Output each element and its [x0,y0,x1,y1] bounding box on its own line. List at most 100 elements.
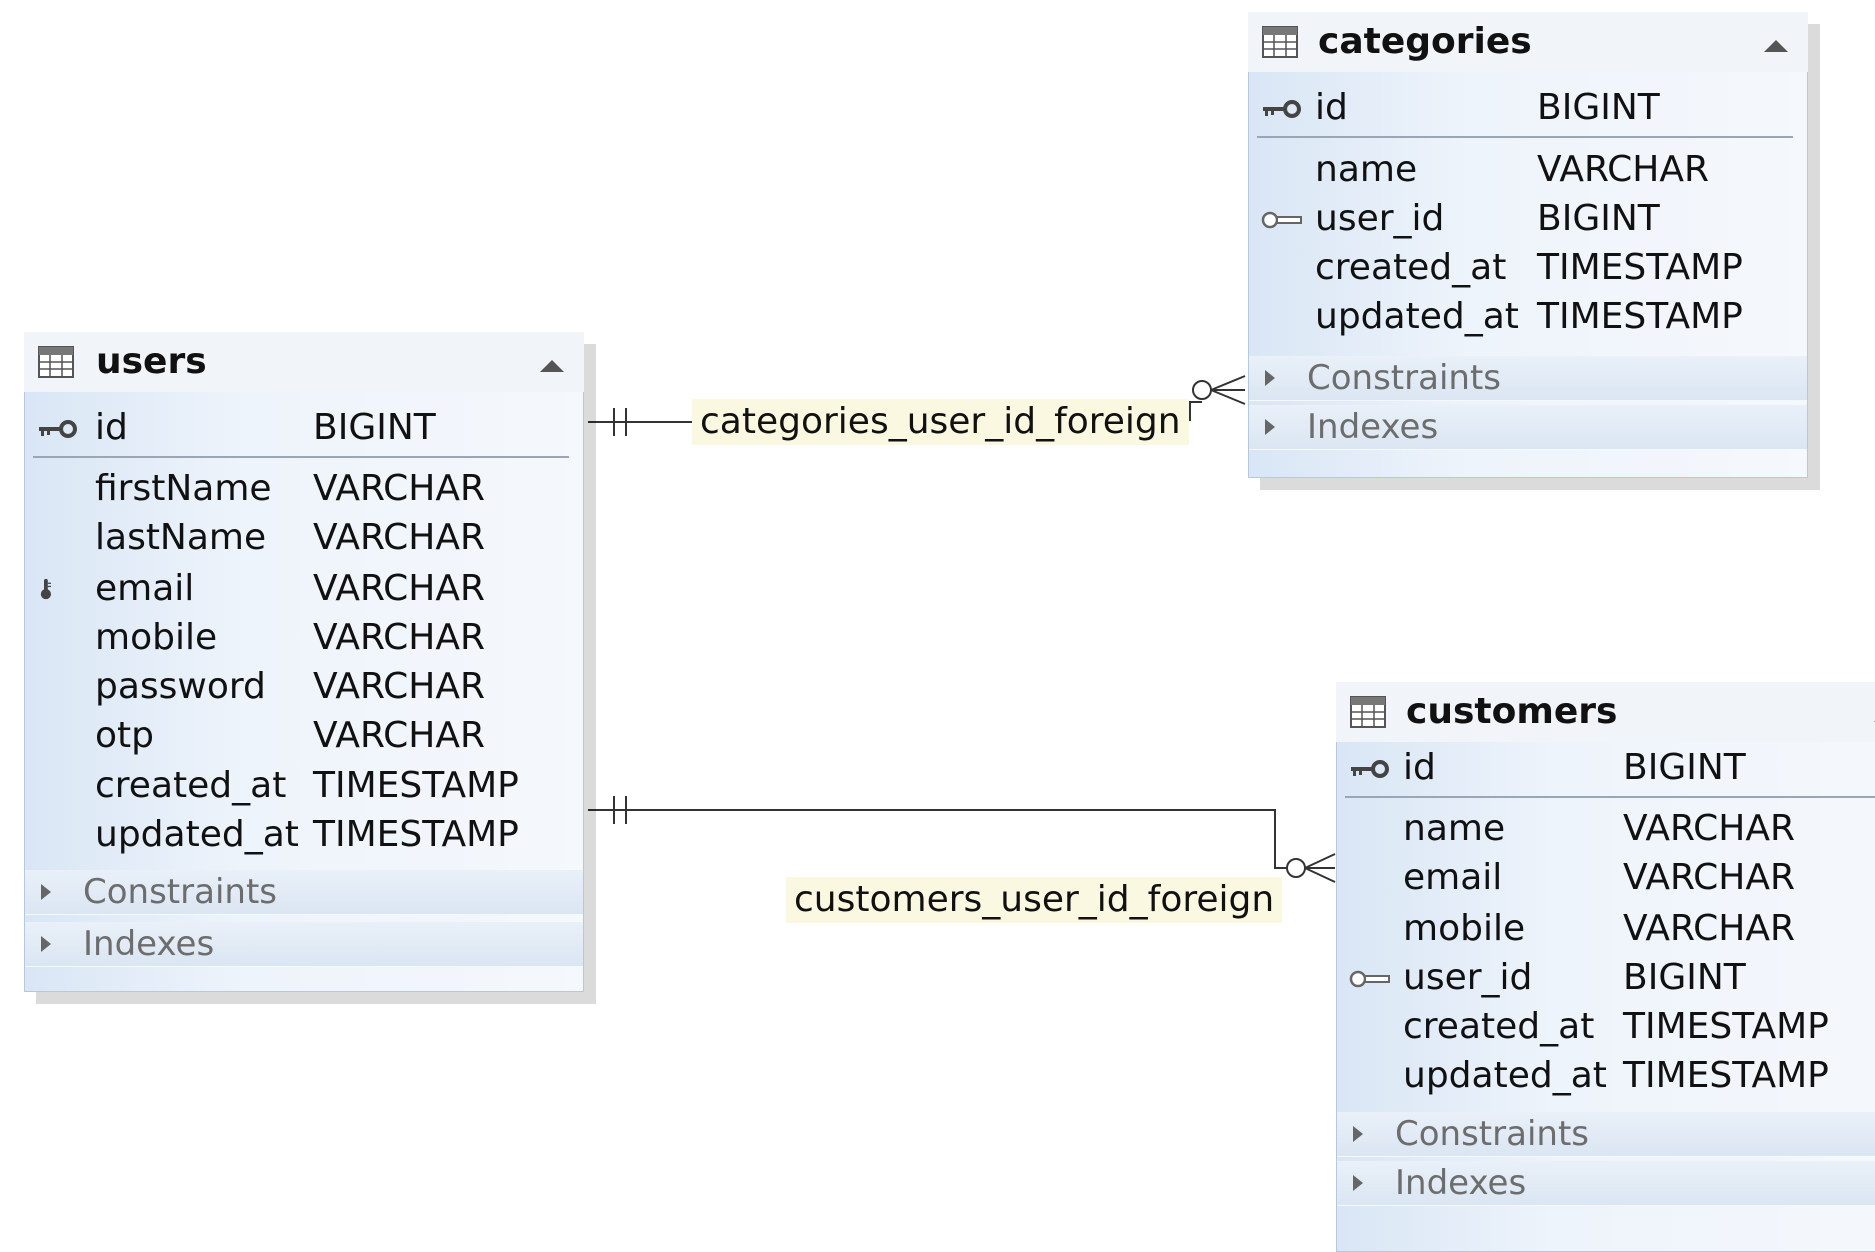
primary-key-icon [1263,100,1301,118]
column-row[interactable]: created_at TIMESTAMP [25,764,583,808]
column-row[interactable]: email VARCHAR [1337,856,1875,900]
column-row[interactable]: mobile VARCHAR [1337,907,1875,951]
column-row[interactable]: updated_at TIMESTAMP [1249,295,1807,339]
column-name: user_id [1315,198,1445,239]
primary-key-icon [1351,760,1389,778]
column-name: updated_at [1315,296,1519,337]
section-label: Indexes [1395,1163,1527,1203]
indexes-section[interactable]: Indexes [1337,1161,1875,1206]
column-name: firstName [95,468,272,509]
table-grid-icon [1350,696,1386,728]
table-header[interactable]: categories [1248,12,1808,72]
section-label: Constraints [1395,1114,1589,1154]
column-type: BIGINT [1537,198,1660,239]
column-type: BIGINT [313,407,436,448]
column-row[interactable]: otp VARCHAR [25,714,583,758]
column-row[interactable]: created_at TIMESTAMP [1337,1005,1875,1049]
column-type: BIGINT [1537,87,1660,128]
column-row[interactable]: updated_at TIMESTAMP [1337,1054,1875,1098]
foreign-key-icon [1349,970,1390,988]
column-name: updated_at [1403,1055,1607,1096]
constraints-section[interactable]: Constraints [1337,1112,1875,1157]
column-name: otp [95,715,154,756]
column-type: VARCHAR [313,666,486,707]
table-grid-icon [38,346,74,378]
er-diagram-canvas: categories_user_id_foreign customers_use… [0,0,1875,1252]
column-type: VARCHAR [313,617,486,658]
foreign-key-icon [1261,211,1302,229]
column-type: VARCHAR [1537,149,1710,190]
column-name: created_at [1403,1006,1595,1047]
relation-line-customers[interactable] [588,796,1336,883]
column-row[interactable]: updated_at TIMESTAMP [25,813,583,857]
column-row[interactable]: name VARCHAR [1337,807,1875,851]
collapse-arrow-icon[interactable] [1764,40,1788,52]
column-type: VARCHAR [1623,808,1796,849]
section-label: Constraints [83,872,277,912]
section-label: Indexes [1307,407,1439,447]
column-type: VARCHAR [1623,857,1796,898]
column-row[interactable]: user_id BIGINT [1249,197,1807,241]
column-row[interactable]: password VARCHAR [25,665,583,709]
unique-key-icon [40,578,51,600]
indexes-section[interactable]: Indexes [25,922,583,967]
column-name: id [95,407,128,448]
column-type: TIMESTAMP [313,765,519,806]
column-name: email [1403,857,1503,898]
expand-arrow-icon[interactable] [41,884,51,900]
column-name: id [1315,87,1348,128]
table-customers[interactable]: customers id BIGINT name VARCHAR email V… [1336,682,1875,1252]
constraints-section[interactable]: Constraints [25,870,583,915]
table-title: users [96,341,207,382]
column-row[interactable]: id BIGINT [25,406,583,450]
column-list: id BIGINT firstName VARCHAR lastName VAR… [24,392,584,992]
column-type: TIMESTAMP [1537,296,1743,337]
expand-arrow-icon[interactable] [1353,1175,1363,1191]
column-name: email [95,568,195,609]
column-list: id BIGINT name VARCHAR user_id BIGINT cr… [1248,72,1808,478]
expand-arrow-icon[interactable] [1353,1126,1363,1142]
column-type: TIMESTAMP [1623,1006,1829,1047]
column-row[interactable]: name VARCHAR [1249,148,1807,192]
table-header[interactable]: customers [1336,682,1875,742]
column-row[interactable]: user_id BIGINT [1337,956,1875,1000]
column-type: BIGINT [1623,747,1746,788]
column-type: VARCHAR [313,568,486,609]
column-type: VARCHAR [1623,908,1796,949]
column-name: lastName [95,517,267,558]
column-name: id [1403,747,1436,788]
column-row[interactable]: id BIGINT [1337,746,1875,790]
relation-label-categories[interactable]: categories_user_id_foreign [692,399,1189,445]
column-name: password [95,666,266,707]
column-type: VARCHAR [313,715,486,756]
column-type: TIMESTAMP [1537,247,1743,288]
column-list: id BIGINT name VARCHAR email VARCHAR mob… [1336,742,1875,1252]
primary-key-divider [1257,136,1793,138]
column-name: name [1315,149,1418,190]
table-title: customers [1406,691,1618,732]
table-users[interactable]: users id BIGINT firstName VARCHAR lastNa… [24,332,584,992]
column-name: mobile [95,617,218,658]
expand-arrow-icon[interactable] [1265,419,1275,435]
column-name: mobile [1403,908,1526,949]
column-row[interactable]: email VARCHAR [25,567,583,611]
column-type: TIMESTAMP [1623,1055,1829,1096]
column-row[interactable]: id BIGINT [1249,86,1807,130]
column-row[interactable]: mobile VARCHAR [25,616,583,660]
column-row[interactable]: firstName VARCHAR [25,467,583,511]
relation-label-customers[interactable]: customers_user_id_foreign [786,877,1283,923]
column-row[interactable]: lastName VARCHAR [25,516,583,560]
section-label: Indexes [83,924,215,964]
expand-arrow-icon[interactable] [41,936,51,952]
column-type: BIGINT [1623,957,1746,998]
collapse-arrow-icon[interactable] [540,360,564,372]
constraints-section[interactable]: Constraints [1249,356,1807,401]
table-header[interactable]: users [24,332,584,392]
primary-key-icon [39,420,77,438]
table-grid-icon [1262,26,1298,58]
expand-arrow-icon[interactable] [1265,370,1275,386]
column-row[interactable]: created_at TIMESTAMP [1249,246,1807,290]
column-name: created_at [1315,247,1507,288]
indexes-section[interactable]: Indexes [1249,405,1807,450]
table-categories[interactable]: categories id BIGINT name VARCHAR user_i… [1248,12,1808,478]
